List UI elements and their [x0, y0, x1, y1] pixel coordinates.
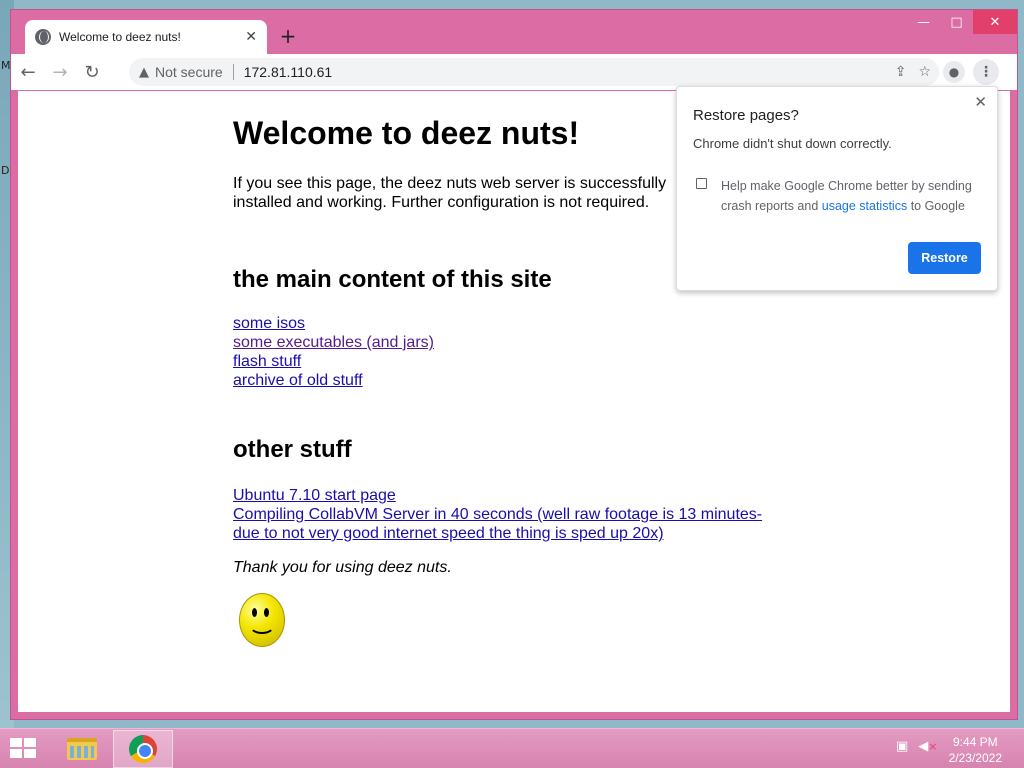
- toolbar: ← → ↻ ▲ Not secure 172.81.110.61 ⇪ ☆ ● ⋮: [11, 54, 1017, 90]
- system-tray: ▣ ◀: [896, 739, 938, 754]
- restore-button[interactable]: Restore: [908, 242, 981, 274]
- clock-date: 2/23/2022: [948, 751, 1002, 765]
- close-window-button[interactable]: ✕: [973, 10, 1017, 34]
- chrome-taskbar-button[interactable]: [113, 730, 173, 768]
- main-links: some isos some executables (and jars) fl…: [233, 314, 833, 390]
- taskbar: ▣ ◀ 9:44 PM 2/23/2022: [0, 728, 1024, 768]
- warning-icon[interactable]: ▲: [139, 65, 149, 80]
- dialog-message: Chrome didn't shut down correctly.: [693, 136, 892, 151]
- profile-icon[interactable]: ●: [943, 61, 965, 83]
- network-icon[interactable]: ▣: [896, 739, 908, 754]
- address-bar[interactable]: ▲ Not secure 172.81.110.61 ⇪ ☆: [129, 58, 939, 86]
- new-tab-button[interactable]: +: [277, 25, 299, 47]
- crash-report-label: Help make Google Chrome better by sendin…: [721, 176, 981, 216]
- help-text-end: to Google: [907, 199, 965, 213]
- chrome-icon: [129, 735, 157, 763]
- maximize-button[interactable]: □: [940, 10, 973, 34]
- dialog-title: Restore pages?: [693, 107, 799, 124]
- window-controls: — □ ✕: [907, 10, 1017, 34]
- address-separator: [232, 64, 234, 80]
- link-archive[interactable]: archive of old stuff: [233, 371, 833, 390]
- file-explorer-taskbar-button[interactable]: [52, 730, 112, 768]
- other-stuff-heading: other stuff: [233, 436, 352, 463]
- globe-icon: [35, 29, 51, 45]
- security-label[interactable]: Not secure: [155, 64, 223, 80]
- desktop-icon-label[interactable]: D: [1, 164, 9, 177]
- forward-button[interactable]: →: [45, 57, 75, 87]
- smiley-image: [239, 593, 285, 647]
- back-button[interactable]: ←: [13, 57, 43, 87]
- thanks-text: Thank you for using deez nuts.: [233, 559, 452, 576]
- link-some-isos[interactable]: some isos: [233, 314, 833, 333]
- minimize-button[interactable]: —: [907, 10, 940, 34]
- url-text[interactable]: 172.81.110.61: [244, 64, 333, 80]
- clock[interactable]: 9:44 PM 2/23/2022: [949, 734, 1002, 766]
- crash-report-checkbox[interactable]: [696, 178, 707, 189]
- link-executables[interactable]: some executables (and jars): [233, 333, 833, 352]
- restore-pages-dialog: ✕ Restore pages? Chrome didn't shut down…: [676, 86, 998, 291]
- clock-time: 9:44 PM: [952, 735, 998, 749]
- reload-button[interactable]: ↻: [77, 57, 107, 87]
- tab-welcome[interactable]: Welcome to deez nuts! ✕: [25, 20, 267, 54]
- volume-muted-icon[interactable]: ◀: [918, 739, 937, 754]
- windows-start-icon[interactable]: [10, 738, 38, 760]
- bookmark-star-icon[interactable]: ☆: [918, 64, 931, 80]
- chrome-menu-button[interactable]: ⋮: [973, 59, 999, 85]
- dialog-close-button[interactable]: ✕: [974, 93, 987, 111]
- link-ubuntu[interactable]: Ubuntu 7.10 start page: [233, 486, 793, 505]
- share-icon[interactable]: ⇪: [895, 64, 907, 80]
- link-collabvm[interactable]: Compiling CollabVM Server in 40 seconds …: [233, 505, 793, 543]
- intro-paragraph: If you see this page, the deez nuts web …: [233, 175, 667, 211]
- smiley-mouth: [249, 616, 275, 634]
- usage-statistics-link[interactable]: usage statistics: [822, 199, 907, 213]
- other-links: Ubuntu 7.10 start page Compiling CollabV…: [233, 486, 833, 543]
- folder-icon: [67, 738, 97, 760]
- link-flash-stuff[interactable]: flash stuff: [233, 352, 833, 371]
- tab-close-button[interactable]: ✕: [245, 29, 257, 45]
- tab-title: Welcome to deez nuts!: [59, 30, 181, 44]
- address-actions: ⇪ ☆: [895, 58, 931, 86]
